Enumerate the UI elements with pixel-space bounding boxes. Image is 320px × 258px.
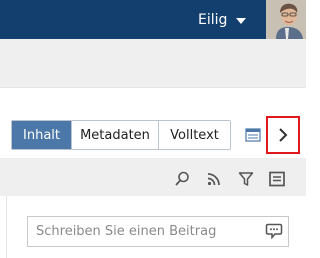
view-tabs: Inhalt Metadaten Volltext — [11, 120, 231, 150]
user-menu[interactable]: Eilig — [198, 0, 247, 39]
tab-inhalt[interactable]: Inhalt — [12, 121, 71, 149]
top-bar: Eilig — [0, 0, 306, 39]
divider — [0, 87, 306, 88]
post-input[interactable] — [27, 216, 289, 247]
next-panel-button[interactable] — [266, 116, 300, 154]
filter-icon[interactable] — [238, 171, 254, 187]
caret-down-icon — [236, 17, 247, 24]
left-gutter-line — [6, 196, 7, 258]
toolbar — [0, 158, 306, 196]
document-view-icon[interactable] — [245, 127, 261, 143]
tab-volltext[interactable]: Volltext — [158, 121, 230, 149]
tab-metadaten[interactable]: Metadaten — [71, 121, 158, 149]
secondary-header-band — [0, 39, 306, 87]
search-icon[interactable] — [174, 171, 190, 187]
chevron-right-icon — [279, 128, 288, 142]
rss-icon[interactable] — [206, 171, 222, 187]
comment-list-icon[interactable] — [269, 171, 285, 187]
speech-bubble-icon[interactable] — [265, 223, 283, 239]
user-name: Eilig — [198, 11, 228, 28]
avatar[interactable] — [266, 0, 306, 39]
user-avatar-image — [266, 0, 306, 39]
